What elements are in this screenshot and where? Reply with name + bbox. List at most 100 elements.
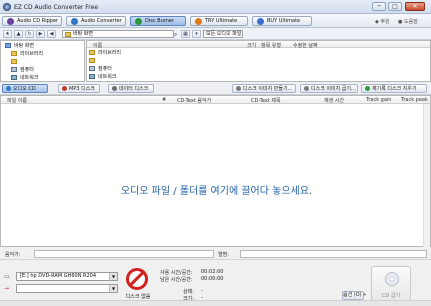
tab-buy-ultimate[interactable]: BUY Ultimate xyxy=(252,16,312,26)
tab-label: Audio Converter xyxy=(81,18,122,24)
button-label: 재기록 디스크 지우기 xyxy=(372,86,417,92)
used-label: 사용 시간/공간: xyxy=(160,270,193,276)
file-list[interactable]: 이름 크기 항목 유형 수정한 날짜 라이브러리 컴퓨터 네트워크 xyxy=(86,40,431,82)
column-number[interactable]: # xyxy=(162,97,166,103)
column-duration[interactable]: 재생 시간 xyxy=(324,97,344,104)
list-item[interactable] xyxy=(89,57,98,64)
maximize-button[interactable]: □ xyxy=(388,2,402,11)
column-size[interactable]: 크기 xyxy=(247,42,256,49)
burn-cd-button[interactable]: CD 굽기 xyxy=(371,266,411,302)
mp3-disc-icon xyxy=(62,86,67,91)
tree-item-library[interactable]: 라이브러리 xyxy=(11,50,43,57)
vertical-scrollbar[interactable] xyxy=(423,104,430,247)
free-value: 00:00:00 xyxy=(201,276,224,282)
view-options-icon[interactable]: ▾ xyxy=(192,30,201,38)
speed-icon: → xyxy=(4,285,10,292)
button-label: 데이터 디스크 xyxy=(119,86,149,92)
mp3-disc-button[interactable]: MP3 디스크 xyxy=(58,84,100,93)
column-file-name[interactable]: 파일 이름 xyxy=(7,97,27,104)
used-value: 00:02:00 xyxy=(201,269,224,275)
buy-ultimate-icon xyxy=(257,17,264,25)
disc-burner-icon xyxy=(135,17,142,25)
free-label: 남은 시간/공간: xyxy=(160,277,193,283)
tab-label: Disc Burner xyxy=(145,18,175,24)
burn-image-icon xyxy=(304,86,309,91)
view-icon[interactable]: ▦ xyxy=(181,30,190,38)
play-icon[interactable]: ▶ xyxy=(36,30,45,38)
tree-item-label: 라이브러리 xyxy=(20,51,44,57)
title-bar: EZ CD Audio Converter Free ─ □ ✕ xyxy=(0,0,431,14)
list-item[interactable]: 컴퓨터 xyxy=(89,65,112,72)
folder-tree[interactable]: 바탕 화면 라이브러리 컴퓨터 네트워크 xyxy=(0,40,85,82)
track-list[interactable]: 파일 이름 # CD-Text 음악가 CD-Text 제목 재생 시간 Tra… xyxy=(0,95,431,247)
no-disc-label: 디스크 없음 xyxy=(125,294,151,300)
column-track-gain[interactable]: Track gain xyxy=(366,97,391,103)
library-folder-icon xyxy=(89,50,95,55)
column-name[interactable]: 이름 xyxy=(93,42,102,49)
drive-select[interactable]: [E:] hp DVD-RAM GH60N R204 ▼ xyxy=(16,272,118,281)
minimize-button[interactable]: ─ xyxy=(372,2,386,11)
tab-try-ultimate[interactable]: TRY Ultimate xyxy=(190,16,248,26)
file-type-filter[interactable]: 모든 오디오 파일 xyxy=(203,30,243,38)
address-toolbar: ★ ▲ ↻ ▶ ◀ 바탕 화면 ⌕ ▦ ▾ 모든 오디오 파일 xyxy=(0,28,431,40)
data-disc-button[interactable]: 데이터 디스크 xyxy=(108,84,154,93)
burn-disc-image-button[interactable]: 디스크 이미지 굽기... xyxy=(300,84,358,93)
desktop-folder-icon xyxy=(5,43,11,48)
close-button[interactable]: ✕ xyxy=(405,2,425,11)
back-icon[interactable]: ◀ xyxy=(47,30,56,38)
chevron-down-icon: ▼ xyxy=(109,273,117,280)
column-type[interactable]: 항목 유형 xyxy=(261,42,281,49)
favorites-icon[interactable]: ★ xyxy=(3,30,12,38)
tree-item-label: 바탕 화면 xyxy=(14,43,34,49)
search-icon[interactable]: ⌕ xyxy=(174,31,177,39)
erase-disc-button[interactable]: 재기록 디스크 지우기 xyxy=(361,84,427,93)
try-ultimate-icon xyxy=(195,17,202,25)
tab-label: BUY Ultimate xyxy=(267,18,301,24)
computer-icon xyxy=(89,66,95,71)
audio-cd-icon xyxy=(6,86,11,91)
column-modified[interactable]: 수정한 날짜 xyxy=(293,42,318,49)
folder-up-icon[interactable]: ▲ xyxy=(14,30,23,38)
speed-select[interactable]: ▼ xyxy=(16,284,118,293)
album-label: 앨범: xyxy=(218,252,229,258)
refresh-icon[interactable]: ↻ xyxy=(25,30,34,38)
artist-field[interactable] xyxy=(34,250,214,258)
tab-audio-converter[interactable]: Audio Converter xyxy=(66,16,126,26)
user-folder-icon xyxy=(89,58,95,63)
tree-item-network[interactable]: 네트워크 xyxy=(11,74,38,81)
button-label: 오디오 CD xyxy=(13,86,36,92)
converter-icon xyxy=(71,17,78,25)
help-label: 도움말 xyxy=(403,19,418,25)
column-cdtext-artist[interactable]: CD-Text 음악가 xyxy=(177,97,211,104)
list-item-label: 컴퓨터 xyxy=(98,66,112,72)
app-logo-icon xyxy=(3,3,11,11)
tab-label: TRY Ultimate xyxy=(205,18,238,24)
create-disc-image-button[interactable]: 디스크 이미지 만들기... xyxy=(232,84,296,93)
address-field[interactable]: 바탕 화면 xyxy=(62,30,174,38)
tree-item-desktop[interactable]: 바탕 화면 xyxy=(5,42,34,49)
track-list-header: 파일 이름 # CD-Text 음악가 CD-Text 제목 재생 시간 Tra… xyxy=(1,96,430,104)
cd-ripper-icon xyxy=(7,17,14,25)
album-info-strip: 음악가: 앨범: xyxy=(0,248,431,260)
column-track-peak[interactable]: Track peak xyxy=(401,97,428,103)
support-link[interactable]: ◆ 후원 xyxy=(375,18,390,25)
audio-cd-button[interactable]: 오디오 CD xyxy=(2,84,48,93)
network-icon xyxy=(89,74,95,79)
mode-toolbar: Audio CD Ripper Audio Converter Disc Bur… xyxy=(0,14,431,28)
user-folder-icon xyxy=(11,59,17,64)
artist-label: 음악가: xyxy=(5,252,21,258)
album-field[interactable] xyxy=(240,250,427,258)
tree-item-user[interactable] xyxy=(11,58,20,65)
help-link[interactable]: ● 도움말 xyxy=(398,18,418,25)
list-item-label: 라이브러리 xyxy=(98,50,122,56)
options-button[interactable]: 옵션 (O) » xyxy=(342,291,366,300)
column-cdtext-title[interactable]: CD-Text 제목 xyxy=(251,97,281,104)
tab-audio-cd-ripper[interactable]: Audio CD Ripper xyxy=(2,16,62,26)
tree-item-computer[interactable]: 컴퓨터 xyxy=(11,66,34,73)
erase-disc-icon xyxy=(365,86,370,91)
list-item[interactable]: 네트워크 xyxy=(89,73,116,80)
button-label: 디스크 이미지 굽기... xyxy=(311,86,356,92)
list-item[interactable]: 라이브러리 xyxy=(89,49,121,56)
no-disc-icon xyxy=(126,268,148,290)
tab-disc-burner[interactable]: Disc Burner xyxy=(130,16,186,26)
